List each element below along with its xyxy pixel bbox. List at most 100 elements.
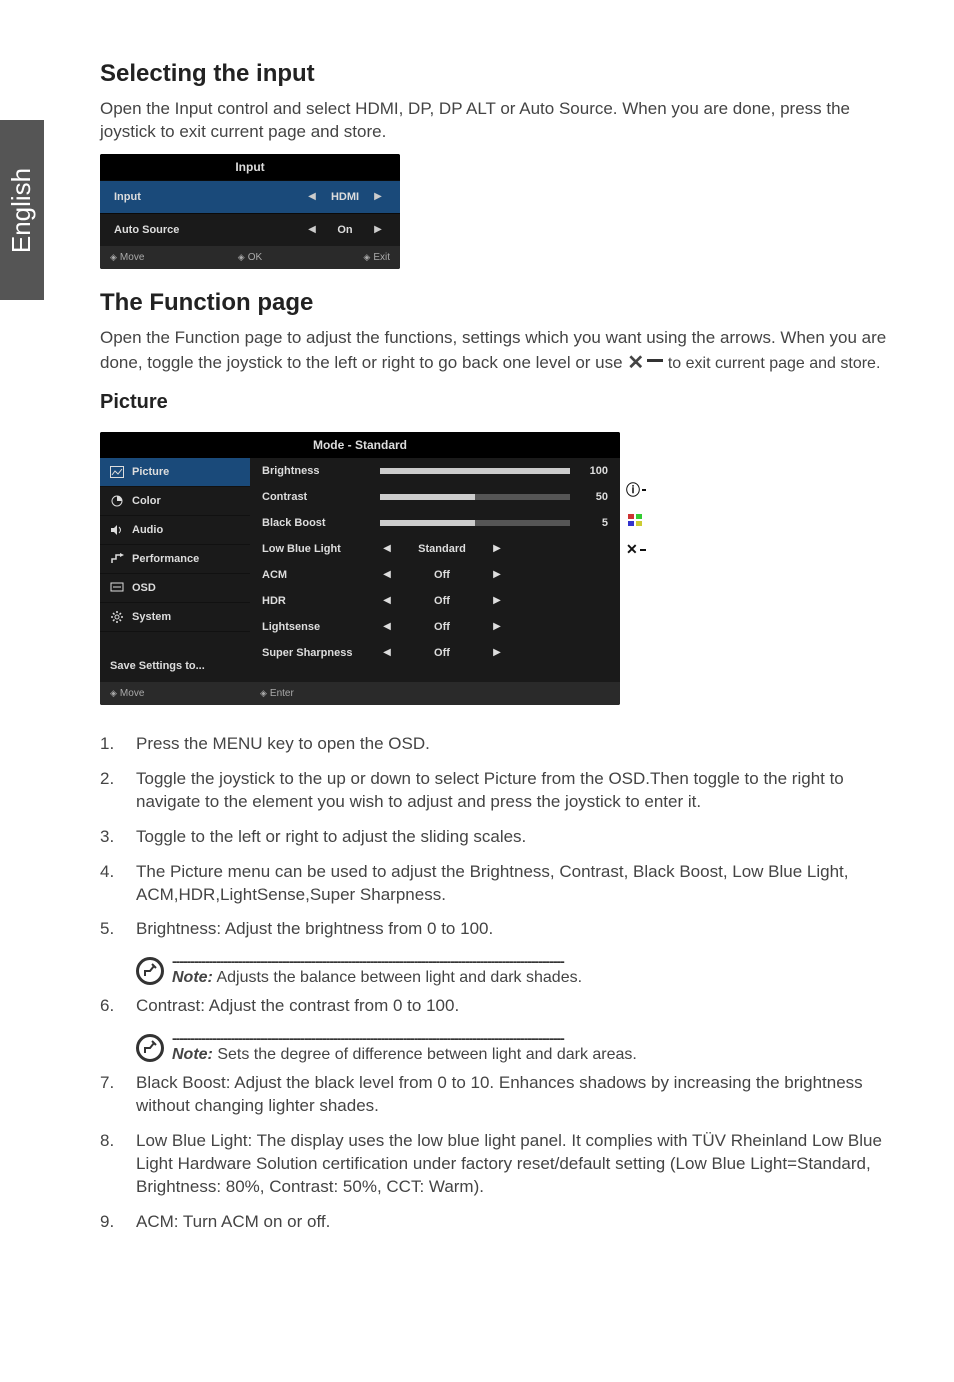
step-3: 3.Toggle to the left or right to adjust … <box>100 826 894 849</box>
steps-list: 1.Press the MENU key to open the OSD. 2.… <box>100 733 894 942</box>
menu-item-color[interactable]: Color <box>100 487 250 516</box>
slider-bar[interactable] <box>380 468 570 474</box>
slider-bar[interactable] <box>380 494 570 500</box>
slider-bar[interactable] <box>380 520 570 526</box>
footer-move: ◈Move <box>110 688 260 699</box>
performance-icon <box>110 553 124 565</box>
right-arrow-icon[interactable]: ▶ <box>490 595 504 606</box>
menu-label: Picture <box>132 466 169 478</box>
right-arrow-icon[interactable]: ▶ <box>490 569 504 580</box>
setting-supersharpness[interactable]: Super Sharpness ◀ Off ▶ <box>250 640 620 666</box>
setting-contrast[interactable]: Contrast 50 <box>250 484 620 510</box>
left-arrow-icon[interactable]: ◀ <box>304 191 320 202</box>
osd-input-panel: Input Input ◀ HDMI ▶ Auto Source ◀ On ▶ … <box>100 154 400 269</box>
osd-row-input[interactable]: Input ◀ HDMI ▶ <box>100 180 400 213</box>
setting-hdr[interactable]: HDR◀Off▶ <box>250 588 620 614</box>
joystick-icon: ◈ <box>110 688 117 699</box>
setting-blackboost[interactable]: Black Boost 5 <box>250 510 620 536</box>
note-icon <box>136 1034 164 1062</box>
menu-item-picture[interactable]: Picture <box>100 458 250 487</box>
note-icon <box>136 957 164 985</box>
info-icon[interactable]: ⓘ <box>626 482 646 498</box>
right-arrow-icon[interactable]: ▶ <box>490 543 504 554</box>
grid-icon[interactable] <box>626 512 646 528</box>
left-arrow-icon[interactable]: ◀ <box>380 595 394 606</box>
left-arrow-icon[interactable]: ◀ <box>380 621 394 632</box>
joystick-icon: ◈ <box>260 688 267 699</box>
osd-input-footer: ◈Move ◈OK ◈Exit <box>100 246 400 269</box>
menu-label: Color <box>132 495 161 507</box>
menu-item-system[interactable]: System <box>100 603 250 632</box>
footer-exit: ◈Exit <box>297 252 390 263</box>
setting-value: 50 <box>578 491 608 503</box>
osd-icon <box>110 582 124 594</box>
setting-brightness[interactable]: Brightness100 <box>250 458 620 484</box>
setting-label: Black Boost <box>262 517 372 529</box>
left-arrow-icon[interactable]: ◀ <box>380 543 394 554</box>
setting-lowbluelight[interactable]: Low Blue Light◀Standard▶ <box>250 536 620 562</box>
close-icon[interactable]: ✕ <box>626 542 646 558</box>
osd-picture-footer: ◈Move ◈Enter <box>100 682 620 705</box>
osd-row-value: HDMI <box>320 191 370 203</box>
setting-label: ACM <box>262 569 372 581</box>
setting-value: Standard <box>402 543 482 555</box>
note-divider: ----------------------------------------… <box>172 953 894 969</box>
note-label: Note: <box>172 969 213 986</box>
menu-item-audio[interactable]: Audio <box>100 516 250 545</box>
step-2: 2.Toggle the joystick to the up or down … <box>100 768 894 814</box>
setting-value: 5 <box>578 517 608 529</box>
footer-ok: ◈OK <box>203 252 296 263</box>
picture-subheading: Picture <box>100 391 894 414</box>
function-page-heading: The Function page <box>100 289 894 317</box>
right-arrow-icon[interactable]: ▶ <box>370 191 386 202</box>
setting-acm[interactable]: ACM◀Off▶ <box>250 562 620 588</box>
osd-picture-panel: Mode - Standard Picture Color Audio Perf… <box>100 432 620 705</box>
step-8: 8.Low Blue Light: The display uses the l… <box>100 1130 894 1199</box>
right-arrow-icon[interactable]: ▶ <box>370 224 386 235</box>
setting-label: Brightness <box>262 465 372 477</box>
menu-save-settings[interactable]: Save Settings to... <box>100 650 250 682</box>
right-arrow-icon[interactable]: ▶ <box>490 647 504 658</box>
left-arrow-icon[interactable]: ◀ <box>304 224 320 235</box>
note-text: Adjusts the balance between light and da… <box>213 969 582 986</box>
osd-settings-column: Brightness100 Contrast50 Black Boost5 Lo… <box>250 458 620 682</box>
setting-value: Off <box>402 647 482 659</box>
note-divider: ----------------------------------------… <box>172 1030 894 1046</box>
footer-move: ◈Move <box>110 252 203 263</box>
menu-item-osd[interactable]: OSD <box>100 574 250 603</box>
step-5: 5.Brightness: Adjust the brightness from… <box>100 918 894 941</box>
right-arrow-icon[interactable]: ▶ <box>490 621 504 632</box>
menu-label: OSD <box>132 582 156 594</box>
step-9: 9.ACM: Turn ACM on or off. <box>100 1211 894 1234</box>
left-arrow-icon[interactable]: ◀ <box>380 569 394 580</box>
osd-row-autosource[interactable]: Auto Source ◀ On ▶ <box>100 213 400 246</box>
gear-icon <box>110 611 124 623</box>
osd-side-icons: ⓘ ✕ <box>626 422 646 558</box>
audio-icon <box>110 524 124 536</box>
exit-icon: ✕ <box>627 350 663 377</box>
note-contrast: ----------------------------------------… <box>136 1030 894 1064</box>
menu-label: Performance <box>132 553 199 565</box>
picture-icon <box>110 466 124 478</box>
setting-lightsense[interactable]: Lightsense◀Off▶ <box>250 614 620 640</box>
step-1: 1.Press the MENU key to open the OSD. <box>100 733 894 756</box>
left-arrow-icon[interactable]: ◀ <box>380 647 394 658</box>
note-label: Note: <box>172 1046 213 1063</box>
joystick-icon: ◈ <box>363 252 370 263</box>
menu-label: Audio <box>132 524 163 536</box>
osd-menu-column: Picture Color Audio Performance OSD Syst… <box>100 458 250 682</box>
footer-enter: ◈Enter <box>260 688 294 699</box>
osd-row-value: On <box>320 224 370 236</box>
steps-list: 6.Contrast: Adjust the contrast from 0 t… <box>100 995 894 1018</box>
setting-label: Lightsense <box>262 621 372 633</box>
osd-row-label: Input <box>114 191 304 203</box>
function-page-body: Open the Function page to adjust the fun… <box>100 327 894 377</box>
setting-label: Contrast <box>262 491 372 503</box>
selecting-input-heading: Selecting the input <box>100 60 894 88</box>
osd-input-header: Input <box>100 154 400 180</box>
osd-picture-header: Mode - Standard <box>100 432 620 458</box>
menu-item-performance[interactable]: Performance <box>100 545 250 574</box>
setting-label: Super Sharpness <box>262 647 372 659</box>
joystick-icon: ◈ <box>238 252 245 263</box>
selecting-input-body: Open the Input control and select HDMI, … <box>100 98 894 144</box>
